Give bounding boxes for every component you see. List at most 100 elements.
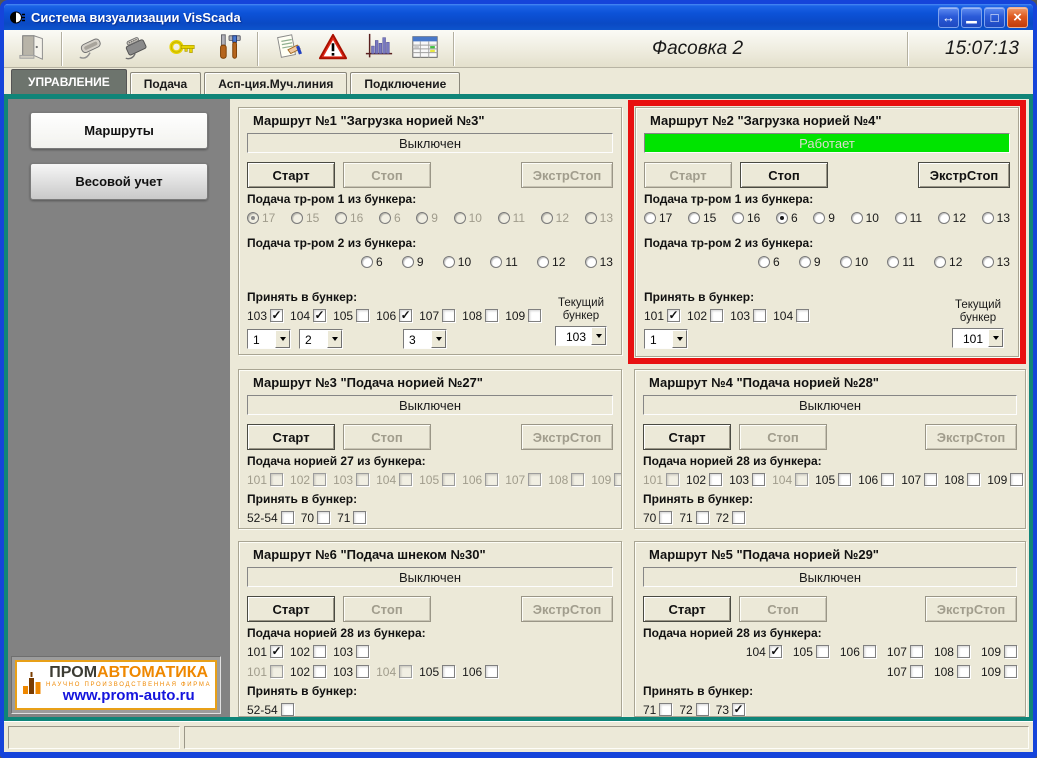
bunker-radio[interactable]: 10 [851,211,879,225]
bunker-checkbox[interactable]: 106 [858,473,894,487]
bunker-checkbox[interactable]: 109 [981,645,1017,659]
bunker-checkbox[interactable]: 103 [729,473,765,487]
bunker-checkbox[interactable]: 103 [333,645,369,659]
bunker-checkbox[interactable]: 108 [934,665,970,679]
dropdown-button[interactable] [431,330,446,348]
bunker-checkbox[interactable]: 107 [419,309,455,323]
bunker-radio[interactable]: 11 [895,211,922,225]
bunker-radio[interactable]: 12 [537,255,565,269]
bunker-checkbox[interactable]: 105 [815,473,851,487]
bunker-radio[interactable]: 11 [490,255,517,269]
dropdown-button[interactable] [275,330,290,348]
minimize-button[interactable]: ▁ [961,7,982,28]
bunker-checkbox[interactable]: 72 [716,511,745,525]
data-table-button[interactable] [402,32,448,66]
trend-chart-button[interactable] [356,32,402,66]
bunker-checkbox[interactable]: 52-54 [247,511,294,525]
maximize-button[interactable]: □ [984,7,1005,28]
bunker-select[interactable]: 2 [299,329,343,349]
bunker-radio[interactable]: 15 [688,211,716,225]
report-button[interactable] [264,32,310,66]
dropdown-button[interactable] [988,329,1003,347]
start-button[interactable]: Старт [247,162,335,188]
close-button[interactable]: × [1007,7,1028,28]
bunker-checkbox[interactable]: 106✓ [376,309,412,323]
serial-port-button[interactable] [68,32,114,66]
bunker-radio[interactable]: 12 [938,211,966,225]
bunker-radio[interactable]: 12 [934,255,962,269]
resize-horizontal-button[interactable]: ↔ [938,7,959,28]
bunker-checkbox[interactable]: 108 [462,309,498,323]
tab-control[interactable]: УПРАВЛЕНИЕ [11,69,127,94]
dropdown-button[interactable] [672,330,687,348]
bunker-checkbox[interactable]: 104✓ [290,309,326,323]
bunker-checkbox[interactable]: 107 [901,473,937,487]
bunker-radio[interactable]: 13 [982,255,1010,269]
bunker-radio[interactable]: 6 [776,211,798,225]
routes-button[interactable]: Маршруты [30,112,208,149]
bunker-checkbox[interactable]: 109 [505,309,541,323]
start-button[interactable]: Старт [643,424,731,450]
bunker-checkbox[interactable]: 106 [462,665,498,679]
bunker-checkbox[interactable]: 105 [419,665,455,679]
usb-connector-button[interactable] [114,32,160,66]
bunker-radio[interactable]: 13 [585,255,613,269]
bunker-checkbox[interactable]: 70 [643,511,672,525]
stop-button[interactable]: Стоп [740,162,828,188]
bunker-checkbox[interactable]: 109 [987,473,1023,487]
key-button[interactable] [160,32,206,66]
dropdown-button[interactable] [591,327,606,345]
bunker-checkbox[interactable]: 52-54 [247,703,294,717]
dropdown-button[interactable] [327,330,342,348]
bunker-radio[interactable]: 9 [813,211,835,225]
weight-accounting-button[interactable]: Весовой учет [30,163,208,200]
bunker-checkbox[interactable]: 101✓ [644,309,680,323]
bunker-checkbox[interactable]: 108 [934,645,970,659]
current-bunker-select[interactable]: 101 [952,328,1004,348]
bunker-select[interactable]: 1 [644,329,688,349]
bunker-radio[interactable]: 10 [443,255,471,269]
bunker-checkbox[interactable]: 108 [944,473,980,487]
bunker-checkbox[interactable]: 103 [730,309,766,323]
bunker-checkbox[interactable]: 106 [840,645,876,659]
bunker-checkbox[interactable]: 102 [290,665,326,679]
bunker-radio[interactable]: 16 [732,211,760,225]
bunker-checkbox[interactable]: 107 [887,665,923,679]
emergency-stop-button[interactable]: ЭкстрСтоп [918,162,1010,188]
bunker-checkbox[interactable]: 103 [333,665,369,679]
bunker-checkbox[interactable]: 73✓ [716,703,745,717]
bunker-checkbox[interactable]: 102 [290,645,326,659]
bunker-checkbox[interactable]: 71 [679,511,708,525]
bunker-checkbox[interactable]: 109 [981,665,1017,679]
bunker-checkbox[interactable]: 72 [679,703,708,717]
bunker-checkbox[interactable]: 105 [333,309,369,323]
bunker-radio[interactable]: 13 [982,211,1010,225]
bunker-radio[interactable]: 6 [361,255,383,269]
bunker-select[interactable]: 1 [247,329,291,349]
bunker-checkbox[interactable]: 102 [687,309,723,323]
bunker-checkbox[interactable]: 104 [773,309,809,323]
bunker-checkbox[interactable]: 104✓ [746,645,782,659]
bunker-radio[interactable]: 10 [840,255,868,269]
bunker-select[interactable]: 3 [403,329,447,349]
bunker-checkbox[interactable]: 102 [686,473,722,487]
tab-feed[interactable]: Подача [130,72,201,94]
current-bunker-select[interactable]: 103 [555,326,607,346]
bunker-checkbox[interactable]: 101✓ [247,645,283,659]
tools-button[interactable] [206,32,252,66]
tab-aspiration-flour-line[interactable]: Асп-ция.Муч.линия [204,72,347,94]
tab-connection[interactable]: Подключение [350,72,460,94]
bunker-checkbox[interactable]: 107 [887,645,923,659]
bunker-checkbox[interactable]: 71 [337,511,366,525]
bunker-radio[interactable]: 9 [799,255,821,269]
start-button[interactable]: Старт [643,596,731,622]
bunker-radio[interactable]: 9 [402,255,424,269]
bunker-checkbox[interactable]: 70 [301,511,330,525]
bunker-radio[interactable]: 6 [758,255,780,269]
start-button[interactable]: Старт [247,424,335,450]
alarm-warning-button[interactable] [310,32,356,66]
bunker-radio[interactable]: 17 [644,211,672,225]
bunker-checkbox[interactable]: 103✓ [247,309,283,323]
exit-door-button[interactable] [10,32,56,66]
start-button[interactable]: Старт [247,596,335,622]
